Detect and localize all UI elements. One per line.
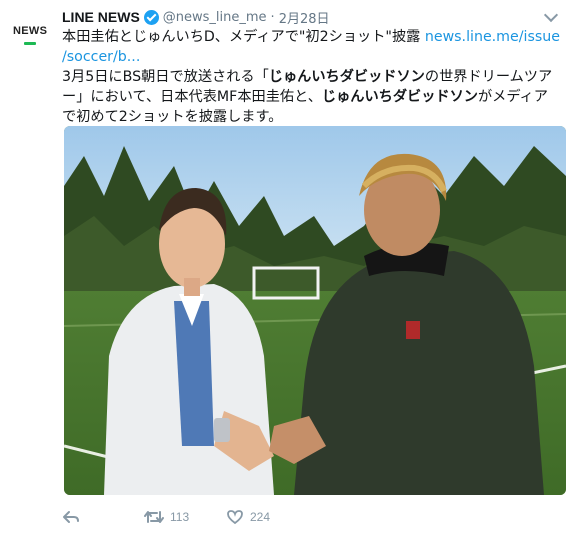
like-count: 224 — [250, 510, 271, 524]
like-button[interactable]: 224 — [226, 506, 270, 528]
line-news-logo-text: NEWS — [13, 25, 48, 37]
heart-icon — [227, 510, 243, 525]
account-name[interactable]: LINE NEWS — [62, 9, 140, 25]
body-bold-1: じゅんいちダビッドソン — [268, 69, 425, 85]
tweet-headline: 本田圭佑とじゅんいちD、メディアで"初2ショット"披露 — [62, 29, 425, 45]
tweet-date[interactable]: 2月28日 — [279, 8, 330, 27]
tweet-link-continued[interactable]: /soccer/b... — [62, 49, 140, 65]
reply-icon — [63, 511, 79, 523]
logo-accent-bar — [24, 42, 36, 45]
reply-button[interactable] — [62, 506, 80, 528]
body-bold-2: じゅんいちダビッドソン — [321, 89, 478, 105]
separator-dot: · — [270, 9, 275, 25]
photo-illustration — [64, 126, 566, 495]
tweet-photo[interactable] — [64, 126, 566, 495]
retweet-count: 113 — [170, 510, 190, 524]
retweet-button[interactable]: 113 — [144, 506, 189, 528]
verified-badge-icon — [143, 9, 159, 25]
body-text-1: 3月5日にBS朝日で放送される「 — [62, 69, 269, 85]
tweet-body: 3月5日にBS朝日で放送される「じゅんいちダビッドソンの世界ドリームツアー」にお… — [62, 67, 562, 127]
account-handle[interactable]: @news_line_me — [163, 10, 267, 25]
tweet-link[interactable]: news.line.me/issue — [425, 29, 560, 45]
account-avatar[interactable]: NEWS — [10, 10, 50, 50]
tweet-header: LINE NEWS @news_line_me · 2月28日 — [62, 7, 560, 27]
retweet-icon — [144, 511, 164, 523]
tweet-text: 本田圭佑とじゅんいちD、メディアで"初2ショット"披露 news.line.me… — [62, 27, 562, 127]
tweet-line-1: 本田圭佑とじゅんいちD、メディアで"初2ショット"披露 news.line.me… — [62, 27, 562, 47]
tweet-actions: 113 224 — [62, 506, 462, 528]
chevron-down-icon[interactable] — [543, 7, 559, 23]
